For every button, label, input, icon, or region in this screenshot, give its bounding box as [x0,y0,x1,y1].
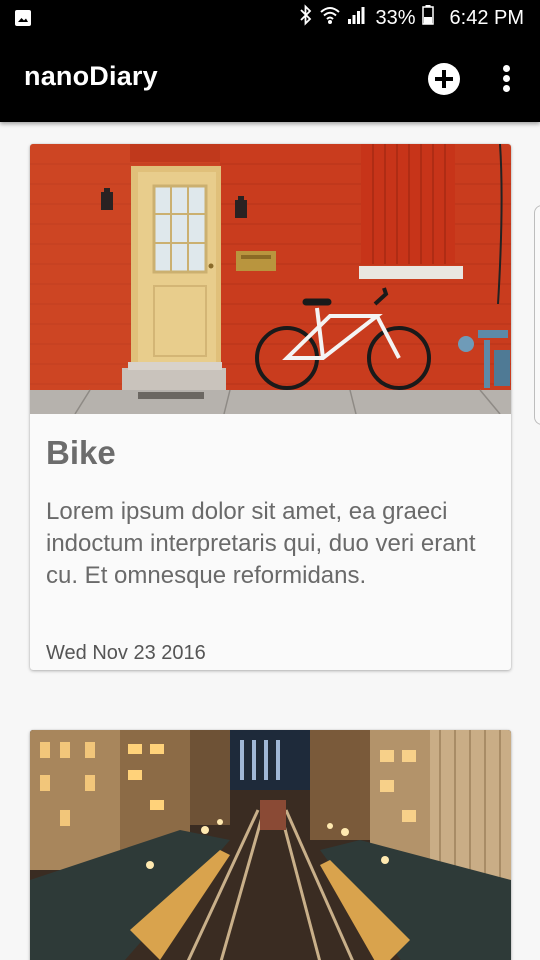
diary-entry-card[interactable]: Bike Lorem ipsum dolor sit amet, ea grae… [30,144,511,670]
app-bar: nanoDiary [0,36,540,122]
signal-icon [347,4,367,32]
diary-entry-card[interactable] [30,730,511,960]
battery-percent: 33% [375,6,416,29]
entry-body: Lorem ipsum dolor sit amet, ea graeci in… [46,498,476,589]
wifi-icon [319,4,341,32]
bluetooth-icon [299,4,313,32]
app-title: nanoDiary [24,61,158,91]
status-time: 6:42 PM [449,6,524,29]
add-icon[interactable] [428,63,460,95]
edge-panel-handle[interactable] [534,205,540,425]
entry-title: Bike [46,434,116,471]
entry-image [30,730,511,960]
image-notification-icon [14,9,32,32]
status-bar: 33% 6:42 PM [0,0,540,36]
more-vert-icon[interactable] [496,61,518,97]
entry-date: Wed Nov 23 2016 [46,642,206,664]
entry-image [30,144,511,414]
battery-icon [421,4,434,32]
